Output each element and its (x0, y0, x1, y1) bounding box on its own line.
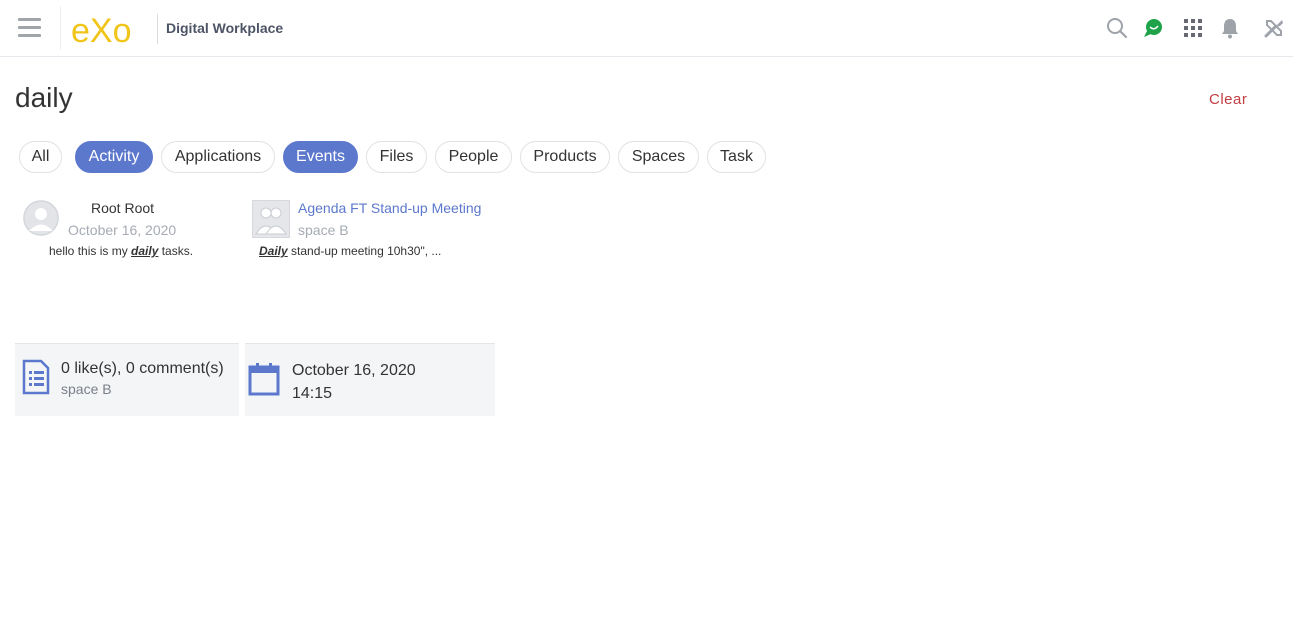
event-date: October 16, 2020 (292, 362, 416, 379)
filter-chip-applications[interactable]: Applications (161, 141, 275, 173)
calendar-icon (248, 363, 280, 396)
divider (157, 14, 158, 44)
apps-grid-icon[interactable] (1181, 16, 1205, 40)
divider (60, 6, 61, 50)
brand-title: Digital Workplace (166, 20, 284, 36)
menu-icon[interactable] (18, 18, 41, 38)
filter-chip-people[interactable]: People (435, 141, 512, 173)
filter-chip-events[interactable]: Events (283, 141, 358, 173)
bell-icon[interactable] (1218, 16, 1242, 40)
activity-author[interactable]: Root Root (91, 200, 154, 216)
logo-text: eXo (71, 12, 132, 48)
search-query-title: daily (15, 82, 73, 113)
filter-chip-files[interactable]: Files (366, 141, 427, 173)
event-title-link[interactable]: Agenda FT Stand-up Meeting (298, 200, 481, 216)
space-avatar[interactable] (252, 200, 290, 238)
search-icon[interactable] (1105, 16, 1129, 40)
filter-chip-task[interactable]: Task (707, 141, 766, 173)
activity-stats: 0 like(s), 0 comment(s) (61, 360, 224, 377)
event-space: space B (298, 222, 349, 238)
highlight-match: Daily (259, 244, 288, 258)
space-group-icon (255, 207, 287, 235)
filter-chip-products[interactable]: Products (520, 141, 610, 173)
document-list-icon (22, 359, 50, 395)
highlight-match: daily (131, 244, 159, 258)
event-card-footer: October 16, 2020 14:15 (245, 343, 495, 416)
activity-card-footer: 0 like(s), 0 comment(s) space B (15, 343, 239, 416)
filter-chip-spaces[interactable]: Spaces (618, 141, 699, 173)
event-time: 14:15 (292, 385, 333, 402)
event-snippet: Daily stand-up meeting 10h30", ... (259, 244, 442, 258)
activity-space: space B (61, 381, 112, 397)
activity-snippet: hello this is my daily tasks. (49, 244, 194, 258)
clear-button[interactable]: Clear (1209, 91, 1247, 108)
tools-icon[interactable] (1262, 16, 1286, 40)
filter-chip-activity[interactable]: Activity (75, 141, 153, 173)
user-avatar-icon (23, 200, 59, 236)
avatar[interactable] (23, 200, 59, 236)
activity-date: October 16, 2020 (68, 222, 177, 238)
exo-logo[interactable]: eXo (71, 8, 147, 48)
filter-chip-all[interactable]: All (19, 141, 62, 173)
chat-icon[interactable] (1141, 16, 1165, 40)
top-bar: eXo Digital Workplace (0, 0, 1293, 57)
